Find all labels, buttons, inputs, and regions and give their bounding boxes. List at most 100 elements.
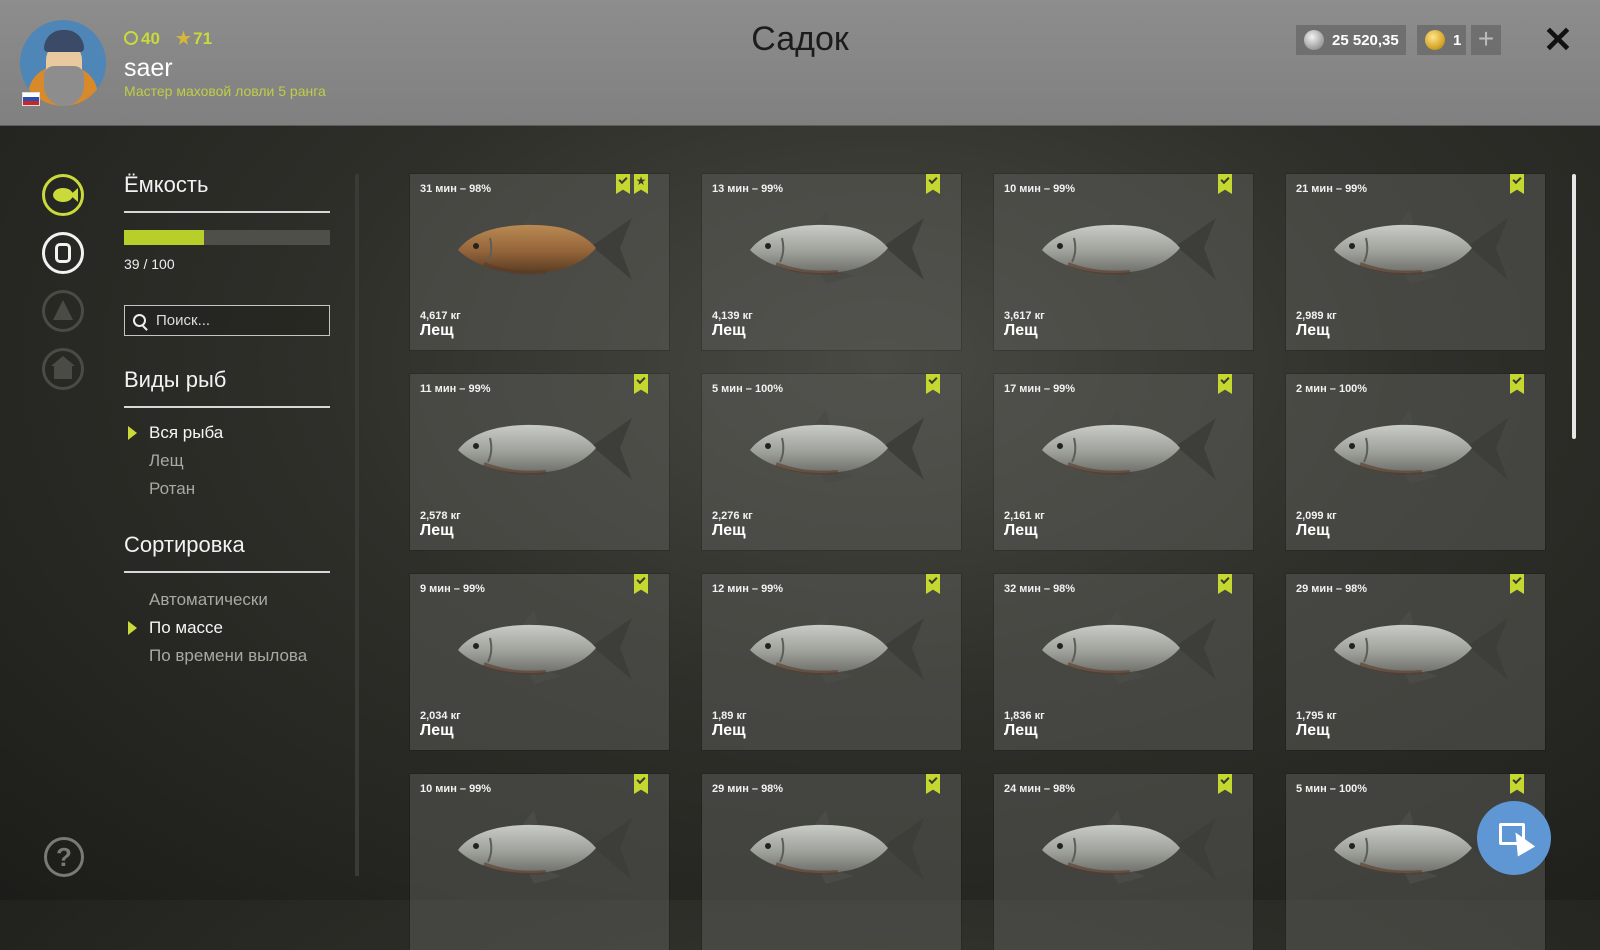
bream-fish-image [458,210,632,284]
username: saer [124,54,173,82]
sort-by-catch-time[interactable]: По времени вылова [149,646,307,666]
sort-by-weight[interactable]: По массе [149,618,223,638]
fish-card[interactable]: 32 мин – 98% 1,836 кг Лещ [994,574,1253,750]
capacity-fill [124,230,205,245]
bookmark-check-icon[interactable] [634,574,648,594]
bream-fish-image [750,810,924,884]
species-rotan[interactable]: Ротан [149,479,195,499]
bream-fish-image [1042,210,1216,284]
bookmark-check-icon[interactable] [634,774,648,794]
fish-card[interactable]: 9 мин – 99% 2,034 кг Лещ [410,574,669,750]
buy-gold-button[interactable]: + [1471,25,1501,55]
catch-time: 32 мин – 98% [1004,583,1076,595]
bookmark-check-icon[interactable] [1218,574,1232,594]
catch-time: 11 мин – 99% [420,383,491,395]
bookmark-check-icon[interactable] [926,774,940,794]
fish-icon[interactable] [42,174,84,216]
fish-weight: 2,161 кг [1004,510,1045,522]
fish-card[interactable]: 24 мин – 98% [994,774,1253,950]
fish-weight: 1,795 кг [1296,710,1337,722]
gold-coin-icon [1425,30,1445,50]
search-input[interactable] [154,311,318,330]
fish-card[interactable]: 21 мин – 99% 2,989 кг Лещ [1286,174,1545,350]
divider [124,406,330,408]
catch-time: 10 мин – 99% [1004,183,1076,195]
fish-weight: 2,034 кг [420,710,461,722]
tent-icon[interactable] [42,290,84,332]
fish-name: Лещ [1004,322,1038,339]
capacity-bar [124,230,330,245]
bookmark-check-icon[interactable] [1510,174,1524,194]
bream-fish-image [1042,810,1216,884]
catch-time: 10 мин – 99% [420,783,492,795]
fish-name: Лещ [420,522,454,539]
bookmark-check-icon[interactable] [634,374,648,394]
bookmark-check-icon[interactable] [1510,374,1524,394]
fish-name: Лещ [1296,722,1330,739]
fish-weight: 2,989 кг [1296,310,1337,322]
fish-name: Лещ [420,322,454,339]
fish-card[interactable]: 13 мин – 99% 4,139 кг Лещ [702,174,961,350]
top-bar: 40 ★ 71 saer Мастер маховой ловли 5 ранга… [0,0,1600,126]
bookmark-check-icon[interactable] [1218,774,1232,794]
fish-card[interactable]: 11 мин – 99% 2,578 кг Лещ [410,374,669,550]
fish-card[interactable]: 10 мин – 99% 3,617 кг Лещ [994,174,1253,350]
catch-time: 5 мин – 100% [1296,783,1368,795]
fish-card[interactable]: 17 мин – 99% 2,161 кг Лещ [994,374,1253,550]
bream-fish-image [1042,410,1216,484]
cursor-mode-button[interactable] [1477,801,1551,875]
catch-time: 13 мин – 99% [712,183,784,195]
help-button[interactable]: ? [44,837,84,877]
fish-card[interactable]: 2 мин – 100% 2,099 кг Лещ [1286,374,1545,550]
capacity-title: Ёмкость [124,172,209,197]
bookmark-check-icon[interactable] [616,174,630,194]
bream-fish-image [1334,410,1508,484]
selected-arrow-icon [128,426,137,440]
bookmark-check-icon[interactable] [926,574,940,594]
species-bream[interactable]: Лещ [149,451,184,471]
fish-card[interactable]: 29 мин – 98% [702,774,961,950]
bream-fish-image [1334,210,1508,284]
fish-card[interactable]: 10 мин – 99% [410,774,669,950]
bookmark-check-icon[interactable] [926,374,940,394]
fish-card[interactable]: 5 мин – 100% 2,276 кг Лещ [702,374,961,550]
species-all-fish[interactable]: Вся рыба [149,423,223,443]
catch-time: 5 мин – 100% [712,383,784,395]
level-icon [124,31,138,45]
silver-coin-icon [1304,30,1324,50]
species-title: Виды рыб [124,367,227,392]
stars-indicator: ★ 71 [176,29,212,49]
fish-weight: 2,099 кг [1296,510,1337,522]
fish-weight: 1,89 кг [712,710,747,722]
bream-fish-image [458,610,632,684]
keepnet-icon[interactable] [42,232,84,274]
search-box[interactable] [124,305,330,336]
sort-title: Сортировка [124,532,245,557]
fish-card[interactable]: 31 мин – 98% 4,617 кг Лещ ★ [410,174,669,350]
gold-balance: 1 [1417,25,1466,55]
scrollbar[interactable] [1572,174,1576,439]
divider [124,571,330,573]
bookmark-check-icon[interactable] [1218,174,1232,194]
star-icon: ★ [175,29,192,48]
player-rank: Мастер маховой ловли 5 ранга [124,83,326,99]
fish-weight: 2,578 кг [420,510,461,522]
bookmark-check-icon[interactable] [926,174,940,194]
fish-weight: 4,139 кг [712,310,753,322]
bookmark-check-icon[interactable] [1510,574,1524,594]
bream-fish-image [750,210,924,284]
fish-name: Лещ [420,722,454,739]
home-icon[interactable] [42,348,84,390]
sort-auto[interactable]: Автоматически [149,590,268,610]
bookmark-star-icon[interactable]: ★ [634,174,648,194]
fish-card[interactable]: 12 мин – 99% 1,89 кг Лещ [702,574,961,750]
bookmark-check-icon[interactable] [1218,374,1232,394]
bookmark-check-icon[interactable] [1510,774,1524,794]
catch-time: 24 мин – 98% [1004,783,1076,795]
gold-value: 1 [1453,31,1462,49]
level-value: 40 [141,29,160,48]
close-button[interactable]: ✕ [1542,22,1574,58]
fish-card[interactable]: 29 мин – 98% 1,795 кг Лещ [1286,574,1545,750]
catch-time: 29 мин – 98% [712,783,784,795]
player-stats: 40 ★ 71 [124,29,212,49]
